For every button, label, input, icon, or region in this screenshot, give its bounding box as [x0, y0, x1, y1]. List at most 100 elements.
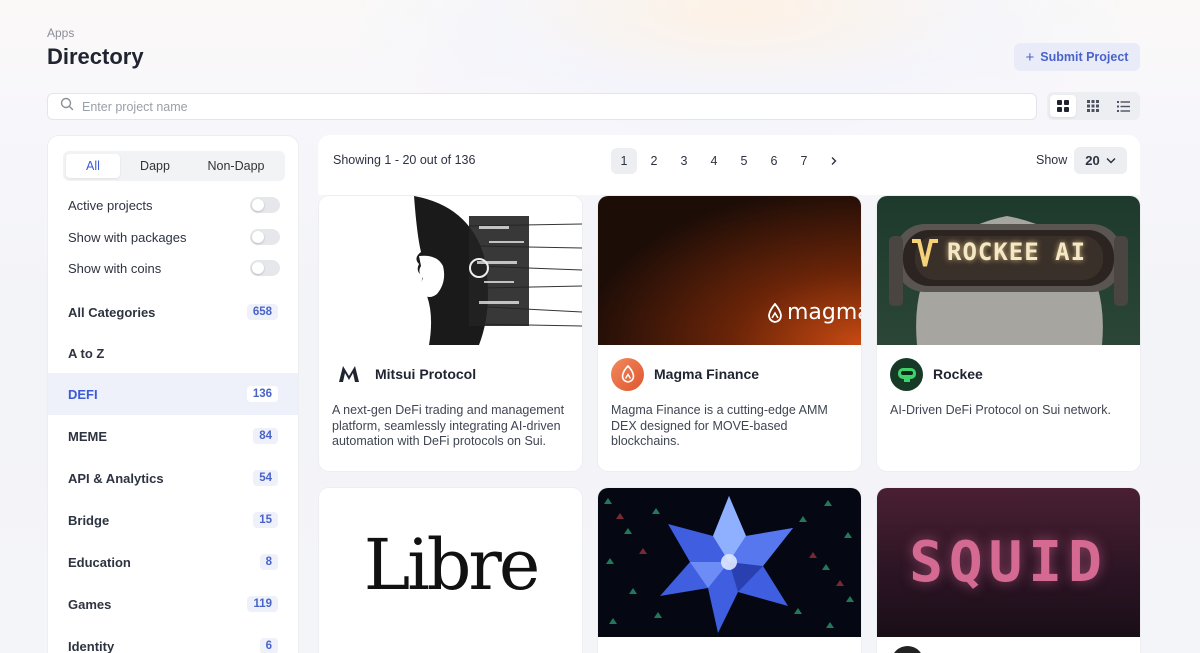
- search-bar[interactable]: [47, 93, 1037, 120]
- view-mode-toggle: [1047, 92, 1140, 120]
- segment-all[interactable]: All: [66, 154, 120, 178]
- toggle-row-show-with-packages: Show with packages: [68, 227, 280, 247]
- project-logo-partial: [891, 646, 924, 653]
- project-card-header: Magma Finance: [598, 345, 861, 403]
- search-icon: [60, 97, 74, 116]
- filter-sidebar: All Dapp Non-Dapp Active projects Show w…: [47, 135, 299, 653]
- project-card-mitsui[interactable]: Mitsui Protocol A next-gen DeFi trading …: [319, 196, 582, 471]
- category-a-to-z[interactable]: A to Z: [48, 332, 298, 374]
- chevron-down-icon: [1106, 157, 1116, 164]
- category-label: MEME: [68, 428, 107, 444]
- project-card-crystal[interactable]: [598, 488, 861, 653]
- category-education[interactable]: Education 8: [48, 541, 298, 583]
- pagination: 1 2 3 4 5 6 7: [611, 148, 847, 174]
- project-name: Magma Finance: [654, 366, 760, 382]
- project-card-libre[interactable]: Libre: [319, 488, 582, 653]
- category-label: Identity: [68, 638, 115, 653]
- project-banner-image: Libre: [319, 488, 582, 637]
- page-2-button[interactable]: 2: [641, 148, 667, 174]
- category-label: All Categories: [68, 304, 156, 320]
- project-banner-image: magma: [598, 196, 861, 345]
- project-name: Mitsui Protocol: [375, 366, 477, 382]
- project-banner-image: [598, 488, 861, 637]
- page-title: Directory: [47, 44, 144, 69]
- rockee-banner-text: ROCKEE AI: [947, 238, 1087, 266]
- project-description: A next-gen DeFi trading and management p…: [332, 403, 565, 448]
- magma-flame-icon: [768, 302, 782, 323]
- category-count-badge: 15: [253, 512, 278, 528]
- project-card-header: Rockee: [877, 345, 1140, 403]
- rockee-logo-icon: [890, 357, 923, 391]
- grid-small-icon: [1087, 100, 1100, 112]
- magma-banner-wordmark: magma: [787, 300, 861, 325]
- category-count-badge: 8: [259, 554, 278, 570]
- category-label: Education: [68, 554, 131, 570]
- project-banner-image: [319, 196, 582, 345]
- show-with-coins-switch[interactable]: [250, 260, 280, 276]
- grid-large-view-button[interactable]: [1050, 95, 1077, 117]
- project-card-magma-finance[interactable]: magma Magma Finance Magma Finance is a c…: [598, 196, 861, 471]
- page-size-label: Show: [1036, 153, 1068, 167]
- mitsui-logo-icon: [332, 358, 365, 391]
- category-bridge[interactable]: Bridge 15: [48, 499, 298, 541]
- type-segmented-control: All Dapp Non-Dapp: [63, 151, 285, 181]
- project-banner-image: SQUID: [877, 488, 1140, 637]
- page-5-button[interactable]: 5: [731, 148, 757, 174]
- category-label: Bridge: [68, 512, 110, 528]
- project-card-header: Mitsui Protocol: [319, 345, 582, 403]
- category-api-analytics[interactable]: API & Analytics 54: [48, 457, 298, 499]
- category-games[interactable]: Games 119: [48, 583, 298, 625]
- project-description: AI-Driven DeFi Protocol on Sui network.: [890, 403, 1111, 417]
- breadcrumb[interactable]: Apps: [47, 26, 74, 40]
- category-count-badge: 119: [247, 596, 278, 612]
- project-card-squid[interactable]: SQUID: [877, 488, 1140, 653]
- category-meme[interactable]: MEME 84: [48, 415, 298, 457]
- page-4-button[interactable]: 4: [701, 148, 727, 174]
- list-view-button[interactable]: [1111, 95, 1137, 117]
- category-count-badge: 84: [253, 428, 278, 444]
- category-label: API & Analytics: [68, 470, 164, 486]
- project-card-rockee[interactable]: ROCKEE AI Rockee AI-Driven DeFi Protocol…: [877, 196, 1140, 471]
- search-input[interactable]: [82, 99, 982, 114]
- category-count-badge: 6: [259, 638, 278, 653]
- project-description: Magma Finance is a cutting-edge AMM DEX …: [611, 403, 828, 448]
- plus-icon: +: [1025, 48, 1035, 66]
- submit-project-button[interactable]: + Submit Project: [1014, 43, 1140, 71]
- active-projects-switch[interactable]: [250, 197, 280, 213]
- page-size-value: 20: [1085, 153, 1100, 168]
- page-1-button[interactable]: 1: [611, 148, 637, 174]
- page-size-select[interactable]: 20: [1074, 147, 1127, 174]
- project-name: Rockee: [933, 366, 983, 382]
- chevron-right-icon: [831, 157, 837, 165]
- category-defi[interactable]: DEFI 136: [48, 373, 298, 415]
- toggle-row-show-with-coins: Show with coins: [68, 258, 280, 278]
- show-with-packages-switch[interactable]: [250, 229, 280, 245]
- list-icon: [1117, 100, 1131, 112]
- category-label: Games: [68, 596, 112, 612]
- category-count-badge: 658: [246, 304, 278, 320]
- toggle-label: Show with coins: [68, 260, 162, 276]
- category-all-categories[interactable]: All Categories 658: [48, 291, 298, 333]
- category-count-badge: 136: [246, 386, 278, 402]
- next-page-button[interactable]: [821, 148, 847, 174]
- libre-wordmark: Libre: [363, 523, 541, 606]
- page-3-button[interactable]: 3: [671, 148, 697, 174]
- project-banner-image: ROCKEE AI: [877, 196, 1140, 345]
- squid-wordmark: SQUID: [909, 530, 1108, 595]
- segment-dapp[interactable]: Dapp: [120, 154, 190, 178]
- segment-non-dapp[interactable]: Non-Dapp: [190, 154, 282, 178]
- results-count: Showing 1 - 20 out of 136: [333, 153, 476, 167]
- grid-large-icon: [1057, 100, 1070, 112]
- category-label: A to Z: [68, 345, 105, 361]
- grid-small-view-button[interactable]: [1080, 95, 1106, 117]
- category-identity[interactable]: Identity 6: [48, 625, 298, 653]
- category-count-badge: 54: [253, 470, 278, 486]
- magma-logo-icon: [611, 357, 644, 391]
- category-label: DEFI: [68, 386, 98, 402]
- toggle-label: Show with packages: [68, 229, 187, 245]
- toggle-row-active-projects: Active projects: [68, 195, 280, 215]
- page-6-button[interactable]: 6: [761, 148, 787, 174]
- submit-project-label: Submit Project: [1040, 50, 1129, 64]
- page-7-button[interactable]: 7: [791, 148, 817, 174]
- toggle-label: Active projects: [68, 197, 153, 213]
